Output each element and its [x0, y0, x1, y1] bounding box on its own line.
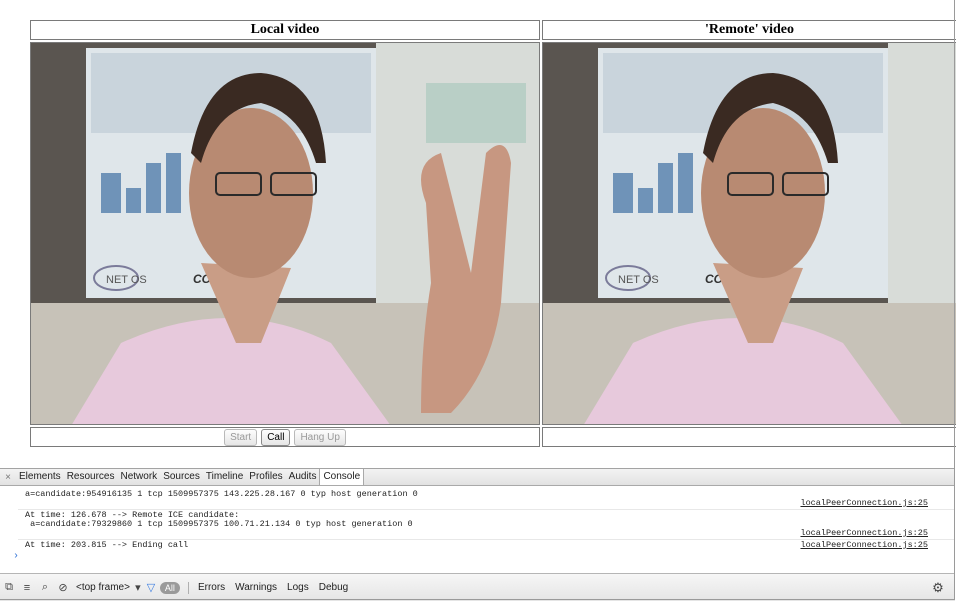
log-source-link-2[interactable]: localPeerConnection.js:25 — [800, 529, 928, 538]
remote-video-header: 'Remote' video — [542, 20, 956, 40]
call-controls: Start Call Hang Up — [30, 427, 540, 447]
log-entry-2: At time: 126.678 --> Remote ICE candidat… — [25, 510, 413, 529]
remote-poster-logo-left: NET OS — [618, 274, 659, 286]
devtools-tabbar: × Elements Resources Network Sources Tim… — [0, 469, 955, 486]
local-video-header: Local video — [30, 20, 540, 40]
remote-video: NET OS CONTENT — [542, 42, 956, 425]
remote-video-title: 'Remote' video — [704, 22, 795, 37]
log-source-link-3[interactable]: localPeerConnection.js:25 — [800, 541, 928, 550]
local-video-frame: NET OS CONTENT — [31, 43, 539, 424]
log-source-link-1[interactable]: localPeerConnection.js:25 — [800, 499, 928, 508]
remote-video-frame: NET OS CONTENT — [543, 43, 956, 424]
hangup-button[interactable]: Hang Up — [294, 428, 346, 446]
frame-select-dropdown-icon[interactable]: ▾ — [134, 581, 142, 594]
tab-profiles[interactable]: Profiles — [246, 469, 285, 485]
filter-icon[interactable]: ▽ — [142, 581, 160, 594]
tab-resources[interactable]: Resources — [64, 469, 118, 485]
tab-console[interactable]: Console — [319, 469, 365, 485]
start-button[interactable]: Start — [224, 428, 258, 446]
dock-icon[interactable]: ⧉ — [0, 581, 18, 594]
settings-gear-icon[interactable]: ⚙ — [929, 580, 947, 596]
frame-select[interactable]: <top frame> — [76, 582, 130, 593]
log-entry-1: a=candidate:954916135 1 tcp 1509957375 1… — [25, 489, 418, 499]
filter-logs[interactable]: Logs — [287, 582, 309, 593]
clear-console-icon[interactable]: ⊘ — [54, 581, 72, 594]
tab-sources[interactable]: Sources — [160, 469, 203, 485]
call-button[interactable]: Call — [261, 428, 291, 446]
webrtc-demo-page: Local video 'Remote' video NET OS CONTEN… — [0, 0, 956, 466]
filter-debug[interactable]: Debug — [319, 582, 348, 593]
tab-elements[interactable]: Elements — [16, 469, 64, 485]
filter-warnings[interactable]: Warnings — [235, 582, 277, 593]
filter-errors[interactable]: Errors — [198, 582, 225, 593]
close-devtools-icon[interactable]: × — [0, 472, 16, 483]
remote-controls-cell — [542, 427, 956, 447]
filter-all-pill[interactable]: All — [159, 581, 180, 594]
tab-timeline[interactable]: Timeline — [203, 469, 246, 485]
poster-logo-left: NET OS — [106, 274, 147, 286]
local-video: NET OS CONTENT — [30, 42, 540, 425]
devtools-statusbar: ⧉ ≡ ⌕ ⊘ <top frame> ▾ ▽ All Errors Warni… — [0, 573, 955, 601]
show-drawer-icon[interactable]: ≡ — [18, 582, 36, 594]
local-video-title: Local video — [250, 22, 320, 37]
status-separator — [187, 581, 189, 594]
tab-audits[interactable]: Audits — [286, 469, 320, 485]
devtools-panel: × Elements Resources Network Sources Tim… — [0, 468, 955, 601]
log-entry-3: At time: 203.815 --> Ending call — [25, 540, 189, 550]
console-output: a=candidate:954916135 1 tcp 1509957375 1… — [0, 486, 955, 572]
search-icon[interactable]: ⌕ — [36, 581, 54, 594]
tab-network[interactable]: Network — [118, 469, 161, 485]
console-prompt[interactable]: › — [13, 551, 19, 562]
